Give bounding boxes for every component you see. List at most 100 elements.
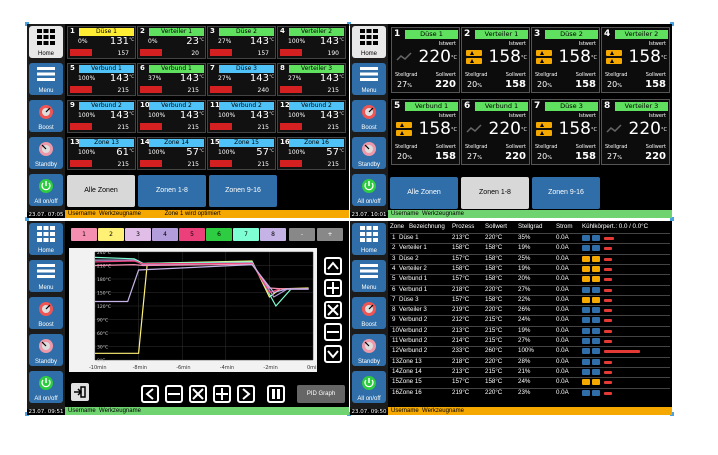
- menu-button[interactable]: Menu: [29, 260, 63, 292]
- zone-tile[interactable]: 3 Düse 2 27% 143 °C 157: [207, 26, 276, 59]
- zone-tile[interactable]: 8 Verteiler 3 27% 143 °C 215: [277, 63, 346, 96]
- scroll-up-button[interactable]: [324, 257, 342, 275]
- table-row[interactable]: 10 Verbund 2 213°C 215°C 19% 0.0A: [390, 327, 670, 336]
- zone-tile[interactable]: 4 Verteiler 2 100% 143 °C 190: [277, 26, 346, 59]
- home-button[interactable]: Home: [352, 223, 386, 255]
- scroll-left-button[interactable]: [141, 385, 159, 403]
- standby-button[interactable]: Standby: [352, 137, 386, 169]
- zone-tile[interactable]: 13 Zone 13 100% 61 °C 215: [67, 137, 136, 170]
- table-row[interactable]: 6 Verbund 1 218°C 220°C 27% 0.0A: [390, 286, 670, 295]
- home-button[interactable]: Home: [29, 223, 63, 255]
- grid-icon: [37, 226, 55, 242]
- zoom-out-button[interactable]: [324, 323, 342, 341]
- grid-icon: [360, 29, 378, 45]
- home-button[interactable]: Home: [29, 26, 63, 58]
- table-row[interactable]: 5 Verbund 1 157°C 158°C 20% 0.0A: [390, 275, 670, 284]
- series-toggle-button[interactable]: 7: [233, 228, 259, 241]
- all-on-off-button[interactable]: All on/off: [352, 174, 386, 206]
- table-row[interactable]: 7 Düse 3 157°C 158°C 22% 0.0A: [390, 296, 670, 305]
- zoom-in-button[interactable]: [324, 279, 342, 297]
- gauge-icon: [39, 302, 53, 316]
- zone-tile[interactable]: 9 Verbund 2 100% 143 °C 215: [67, 100, 136, 133]
- zone-tile[interactable]: 14 Zone 14 100% 57 °C 215: [137, 137, 206, 170]
- table-row[interactable]: 3 Düse 2 157°C 158°C 25% 0.0A: [390, 255, 670, 264]
- zone-detail-tile[interactable]: 1 Düse 1 Istwert 220 °C Stellgrad Sollwert 27% 2…: [391, 27, 460, 93]
- pid-graph-button[interactable]: PID Graph: [297, 385, 345, 403]
- series-toggle-button[interactable]: 3: [125, 228, 151, 241]
- table-row[interactable]: 12 Verbund 2 233°C 260°C 100% 0.0A: [390, 347, 670, 356]
- output-value: 20: [537, 152, 548, 161]
- exit-button[interactable]: [71, 383, 89, 401]
- status-bar: Username Werkzeugname: [388, 210, 672, 218]
- scroll-right-button[interactable]: [237, 385, 255, 403]
- series-toggle-button[interactable]: 2: [98, 228, 124, 241]
- menu-button[interactable]: Menu: [29, 63, 63, 95]
- zone-detail-tile[interactable]: 7 Düse 3 Istwert 158 °C Stellgrad Sollwert 20% 1…: [531, 99, 600, 165]
- zone-tile[interactable]: 10 Verbund 2 100% 143 °C 215: [137, 100, 206, 133]
- table-row[interactable]: 11 Verbund 2 214°C 215°C 27% 0.0A: [390, 337, 670, 346]
- filter-all-zones-button[interactable]: Alle Zonen: [390, 177, 458, 209]
- standby-button[interactable]: Standby: [352, 334, 386, 366]
- zone-setpoint: 220: [505, 151, 526, 162]
- zone-tile[interactable]: 16 Zone 16 100% 57 °C 215: [277, 137, 346, 170]
- reset-button[interactable]: [324, 301, 342, 319]
- table-row[interactable]: 9 Verbund 2 212°C 215°C 24% 0.0A: [390, 316, 670, 325]
- filter-all-zones-button[interactable]: Alle Zonen: [67, 175, 135, 207]
- table-row[interactable]: 1 Düse 1 213°C 220°C 35% 0.0A: [390, 234, 670, 243]
- table-cell-g: 25%: [518, 254, 531, 262]
- table-cell-a: 0.0A: [556, 326, 569, 334]
- zone-detail-tile[interactable]: 4 Verteiler 2 Istwert 158 °C Stellgrad Sollwer…: [601, 27, 670, 93]
- zone-detail-tile[interactable]: 2 Verteiler 1 Istwert 158 °C Stellgrad Sollwer…: [461, 27, 530, 93]
- zone-tile[interactable]: 2 Verteiler 1 0% 23 °C 20: [137, 26, 206, 59]
- zone-tile[interactable]: 7 Düse 3 27% 143 °C 240: [207, 63, 276, 96]
- menu-button[interactable]: Menu: [352, 260, 386, 292]
- zone-detail-tile[interactable]: 6 Verbund 1 Istwert 220 °C Stellgrad Sollwert 2…: [461, 99, 530, 165]
- table-row[interactable]: 8 Verteiler 3 219°C 220°C 26% 0.0A: [390, 306, 670, 315]
- filter-zones-1-8-button[interactable]: Zonen 1-8: [461, 177, 529, 209]
- series-toggle-button[interactable]: 5: [179, 228, 205, 241]
- time-reset-button[interactable]: [189, 385, 207, 403]
- table-row[interactable]: 16 Zone 16 219°C 220°C 23% 0.0A: [390, 389, 670, 398]
- standby-button[interactable]: Standby: [29, 334, 63, 366]
- zone-tile[interactable]: 11 Verbund 2 100% 143 °C 215: [207, 100, 276, 133]
- trend-icon: [606, 124, 622, 133]
- pause-button[interactable]: [267, 385, 285, 403]
- table-cell-g: 19%: [518, 244, 531, 252]
- zone-tile[interactable]: 5 Verbund 1 100% 143 °C 215: [67, 63, 136, 96]
- standby-button[interactable]: Standby: [29, 137, 63, 169]
- zone-detail-tile[interactable]: 3 Düse 2 Istwert 158 °C Stellgrad Sollwert 20% 1…: [531, 27, 600, 93]
- scroll-down-button[interactable]: [324, 345, 342, 363]
- boost-button[interactable]: Boost: [29, 297, 63, 329]
- table-row[interactable]: 14 Zone 14 213°C 215°C 21% 0.0A: [390, 368, 670, 377]
- zone-tile[interactable]: 15 Zone 15 100% 57 °C 215: [207, 137, 276, 170]
- table-row[interactable]: 4 Verteiler 2 158°C 158°C 19% 0.0A: [390, 265, 670, 274]
- all-on-off-button[interactable]: All on/off: [29, 371, 63, 403]
- zone-tile[interactable]: 1 Düse 1 0% 131 °C 157: [67, 26, 136, 59]
- all-on-off-button[interactable]: All on/off: [29, 174, 63, 206]
- boost-button[interactable]: Boost: [352, 297, 386, 329]
- zone-detail-tile[interactable]: 5 Verbund 1 Istwert 158 °C Stellgrad Sollwert 2…: [391, 99, 460, 165]
- filter-zones-9-16-button[interactable]: Zonen 9-16: [209, 175, 277, 207]
- table-row[interactable]: 15 Zone 15 157°C 158°C 24% 0.0A: [390, 378, 670, 387]
- series-toggle-button[interactable]: 1: [71, 228, 97, 241]
- series-toggle-button[interactable]: 4: [152, 228, 178, 241]
- series-toggle-button[interactable]: 6: [206, 228, 232, 241]
- boost-button[interactable]: Boost: [352, 100, 386, 132]
- zone-tile[interactable]: 6 Verbund 1 37% 143 °C 215: [137, 63, 206, 96]
- filter-zones-1-8-button[interactable]: Zonen 1-8: [138, 175, 206, 207]
- menu-button[interactable]: Menu: [352, 63, 386, 95]
- minus-icon: [168, 393, 180, 395]
- zoom-minus-button[interactable]: -: [289, 228, 315, 241]
- time-zoom-in-button[interactable]: [213, 385, 231, 403]
- boost-button[interactable]: Boost: [29, 100, 63, 132]
- table-row[interactable]: 2 Verteiler 1 158°C 158°C 19% 0.0A: [390, 244, 670, 253]
- time-zoom-out-button[interactable]: [165, 385, 183, 403]
- home-button[interactable]: Home: [352, 26, 386, 58]
- series-toggle-button[interactable]: 8: [260, 228, 286, 241]
- table-row[interactable]: 13 Zone 13 218°C 220°C 28% 0.0A: [390, 358, 670, 367]
- zone-tile[interactable]: 12 Verbund 2 100% 143 °C 215: [277, 100, 346, 133]
- zoom-plus-button[interactable]: +: [317, 228, 343, 241]
- all-on-off-button[interactable]: All on/off: [352, 371, 386, 403]
- zone-detail-tile[interactable]: 8 Verteiler 3 Istwert 220 °C Stellgrad Sollwer…: [601, 99, 670, 165]
- filter-zones-9-16-button[interactable]: Zonen 9-16: [532, 177, 600, 209]
